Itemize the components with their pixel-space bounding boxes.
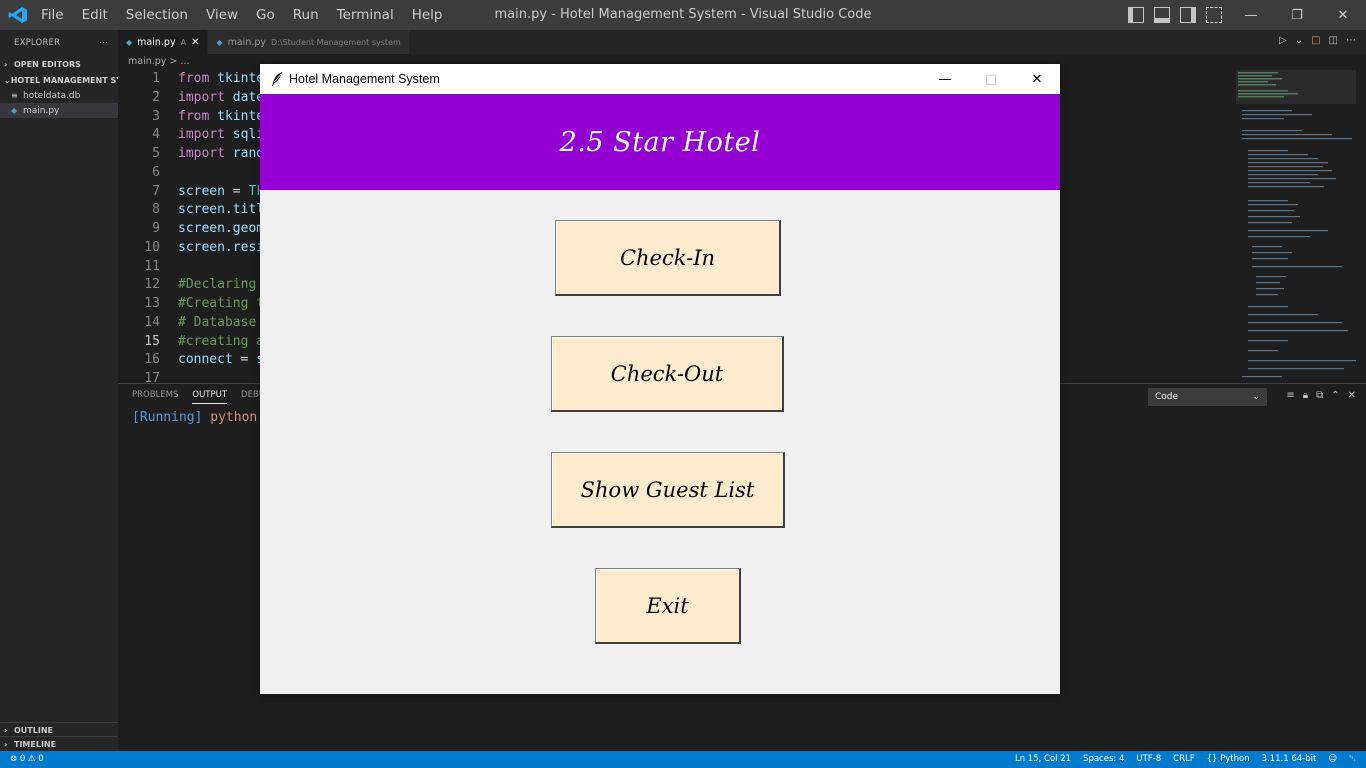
problems-status[interactable]: ⊗ 0 ⚠ 0	[10, 751, 44, 768]
chevron-down-icon[interactable]: ⌄	[1295, 35, 1303, 46]
chevron-right-icon: ›	[4, 740, 8, 749]
close-icon[interactable]: ✕	[1014, 64, 1060, 94]
output-channel-value: Code	[1155, 392, 1179, 402]
feedback-icon[interactable]: ☺	[1328, 751, 1337, 768]
panel-tabs: PROBLEMS OUTPUT DEBUG C	[132, 390, 280, 404]
vscode-window-controls: — ❐ ✕	[1228, 0, 1366, 30]
chevron-right-icon: ›	[4, 726, 8, 735]
file-hoteldata[interactable]: ≡ hoteldata.db	[0, 88, 118, 103]
check-in-button[interactable]: Check-In	[555, 220, 781, 296]
project-section[interactable]: ⌄ HOTEL MANAGEMENT SYS...	[0, 72, 118, 88]
chevron-up-icon[interactable]: ⌃	[1331, 390, 1339, 401]
explorer-header: EXPLORER ⋯	[0, 30, 118, 56]
tab-label: main.py	[227, 36, 267, 48]
open-editors-section[interactable]: › OPEN EDITORS	[0, 56, 118, 72]
panel-actions: ≡ 🔒︎ ⧉ ⌃ ✕	[1286, 390, 1356, 401]
hotel-app-window: Hotel Management System — □ ✕ 2.5 Star H…	[260, 64, 1060, 694]
layout-controls	[1128, 7, 1222, 23]
menu-view[interactable]: View	[197, 0, 247, 30]
menu-selection[interactable]: Selection	[117, 0, 197, 30]
menu-edit[interactable]: Edit	[73, 0, 117, 30]
tab-badge: A	[180, 37, 187, 47]
split-editor-icon[interactable]: ◫	[1329, 35, 1338, 46]
file-label: hoteldata.db	[23, 90, 81, 101]
toggle-secondary-sidebar-icon[interactable]	[1180, 7, 1196, 23]
status-bar: ⊗ 0 ⚠ 0 Ln 15, Col 21 Spaces: 4 UTF-8 CR…	[0, 751, 1366, 768]
indentation[interactable]: Spaces: 4	[1083, 751, 1124, 768]
output-running: [Running]	[132, 410, 203, 425]
hotel-app-window-controls: — □ ✕	[922, 64, 1060, 94]
notifications-icon[interactable]: ␇	[1349, 751, 1356, 768]
stop-icon[interactable]: □	[1311, 35, 1320, 46]
python-file-icon: ◆	[11, 106, 18, 115]
vscode-logo-icon	[8, 7, 27, 23]
open-editors-label: OPEN EDITORS	[14, 59, 81, 69]
minimap[interactable]	[1236, 70, 1356, 382]
check-out-button[interactable]: Check-Out	[551, 336, 784, 412]
output-channel-select[interactable]: Code ⌄	[1148, 388, 1267, 406]
outline-label: OUTLINE	[14, 726, 53, 735]
menu-file[interactable]: File	[32, 0, 73, 30]
menu-bar: File Edit Selection View Go Run Terminal…	[32, 0, 451, 30]
python-file-icon: ◆	[126, 37, 133, 47]
tab-problems[interactable]: PROBLEMS	[132, 390, 178, 404]
chevron-right-icon: ›	[4, 59, 8, 69]
more-actions-icon[interactable]: ⋯	[99, 38, 108, 48]
cursor-position[interactable]: Ln 15, Col 21	[1015, 751, 1071, 768]
hotel-header-banner: 2.5 Star Hotel	[260, 94, 1060, 190]
python-file-icon: ◆	[216, 37, 223, 47]
chevron-down-icon: ⌄	[4, 75, 11, 85]
minimize-icon[interactable]: —	[922, 64, 968, 94]
toggle-panel-icon[interactable]	[1154, 7, 1170, 23]
editor-tabs: ◆ main.py A ✕ ◆ main.py D:\Student Manag…	[118, 30, 1366, 54]
hotel-app-titlebar: Hotel Management System — □ ✕	[260, 64, 1060, 94]
filter-list-icon[interactable]: ≡	[1286, 390, 1294, 401]
menu-help[interactable]: Help	[403, 0, 452, 30]
close-tab-icon[interactable]: ✕	[191, 37, 199, 48]
explorer-title: EXPLORER	[14, 38, 61, 48]
run-icon[interactable]: ▷	[1279, 35, 1287, 46]
tab-main-py-other[interactable]: ◆ main.py D:\Student Management system	[208, 30, 410, 54]
editor-actions: ▷ ⌄ □ ◫ ⋯	[1279, 35, 1356, 46]
feather-icon	[272, 72, 282, 86]
interpreter[interactable]: 3.11.1 64-bit	[1262, 751, 1317, 768]
maximize-icon: □	[984, 71, 998, 87]
language-mode[interactable]: {} Python	[1207, 751, 1250, 768]
exit-button[interactable]: Exit	[595, 568, 741, 644]
tab-main-py-active[interactable]: ◆ main.py A ✕	[118, 30, 209, 54]
more-actions-icon[interactable]: ⋯	[1346, 35, 1356, 46]
hotel-app-title: Hotel Management System	[289, 72, 440, 86]
tab-path: D:\Student Management system	[271, 37, 401, 47]
output-content: [Running] python	[132, 410, 257, 425]
menu-run[interactable]: Run	[284, 0, 328, 30]
file-label: main.py	[23, 105, 60, 116]
hotel-heading: 2.5 Star Hotel	[559, 126, 761, 158]
tab-label: main.py	[137, 36, 176, 48]
status-right: Ln 15, Col 21 Spaces: 4 UTF-8 CRLF {} Py…	[1015, 751, 1356, 768]
timeline-section[interactable]: › TIMELINE	[0, 736, 118, 752]
output-command: python	[210, 410, 258, 425]
menu-go[interactable]: Go	[247, 0, 284, 30]
customize-layout-icon[interactable]	[1206, 7, 1222, 23]
close-icon[interactable]: ✕	[1320, 0, 1366, 30]
file-main-py[interactable]: ◆ main.py	[0, 103, 118, 118]
encoding[interactable]: UTF-8	[1136, 751, 1161, 768]
minimize-icon[interactable]: —	[1228, 0, 1274, 30]
project-label: HOTEL MANAGEMENT SYS...	[10, 75, 118, 85]
breadcrumb: main.py > ...	[128, 56, 190, 67]
line-ending[interactable]: CRLF	[1173, 751, 1194, 768]
vscode-titlebar: File Edit Selection View Go Run Terminal…	[0, 0, 1366, 30]
clear-output-icon[interactable]: ⧉	[1316, 390, 1323, 401]
show-guest-list-button[interactable]: Show Guest List	[551, 452, 785, 528]
close-panel-icon[interactable]: ✕	[1348, 390, 1356, 401]
toggle-sidebar-icon[interactable]	[1128, 7, 1144, 23]
tab-output[interactable]: OUTPUT	[192, 390, 228, 404]
restore-icon[interactable]: ❐	[1274, 0, 1320, 30]
chevron-down-icon: ⌄	[1252, 392, 1260, 402]
explorer-sidebar: EXPLORER ⋯ › OPEN EDITORS ⌄ HOTEL MANAGE…	[0, 30, 118, 751]
lock-icon[interactable]: 🔒︎	[1303, 390, 1308, 401]
menu-terminal[interactable]: Terminal	[328, 0, 403, 30]
timeline-label: TIMELINE	[14, 740, 57, 749]
file-lines-icon: ≡	[11, 91, 18, 100]
